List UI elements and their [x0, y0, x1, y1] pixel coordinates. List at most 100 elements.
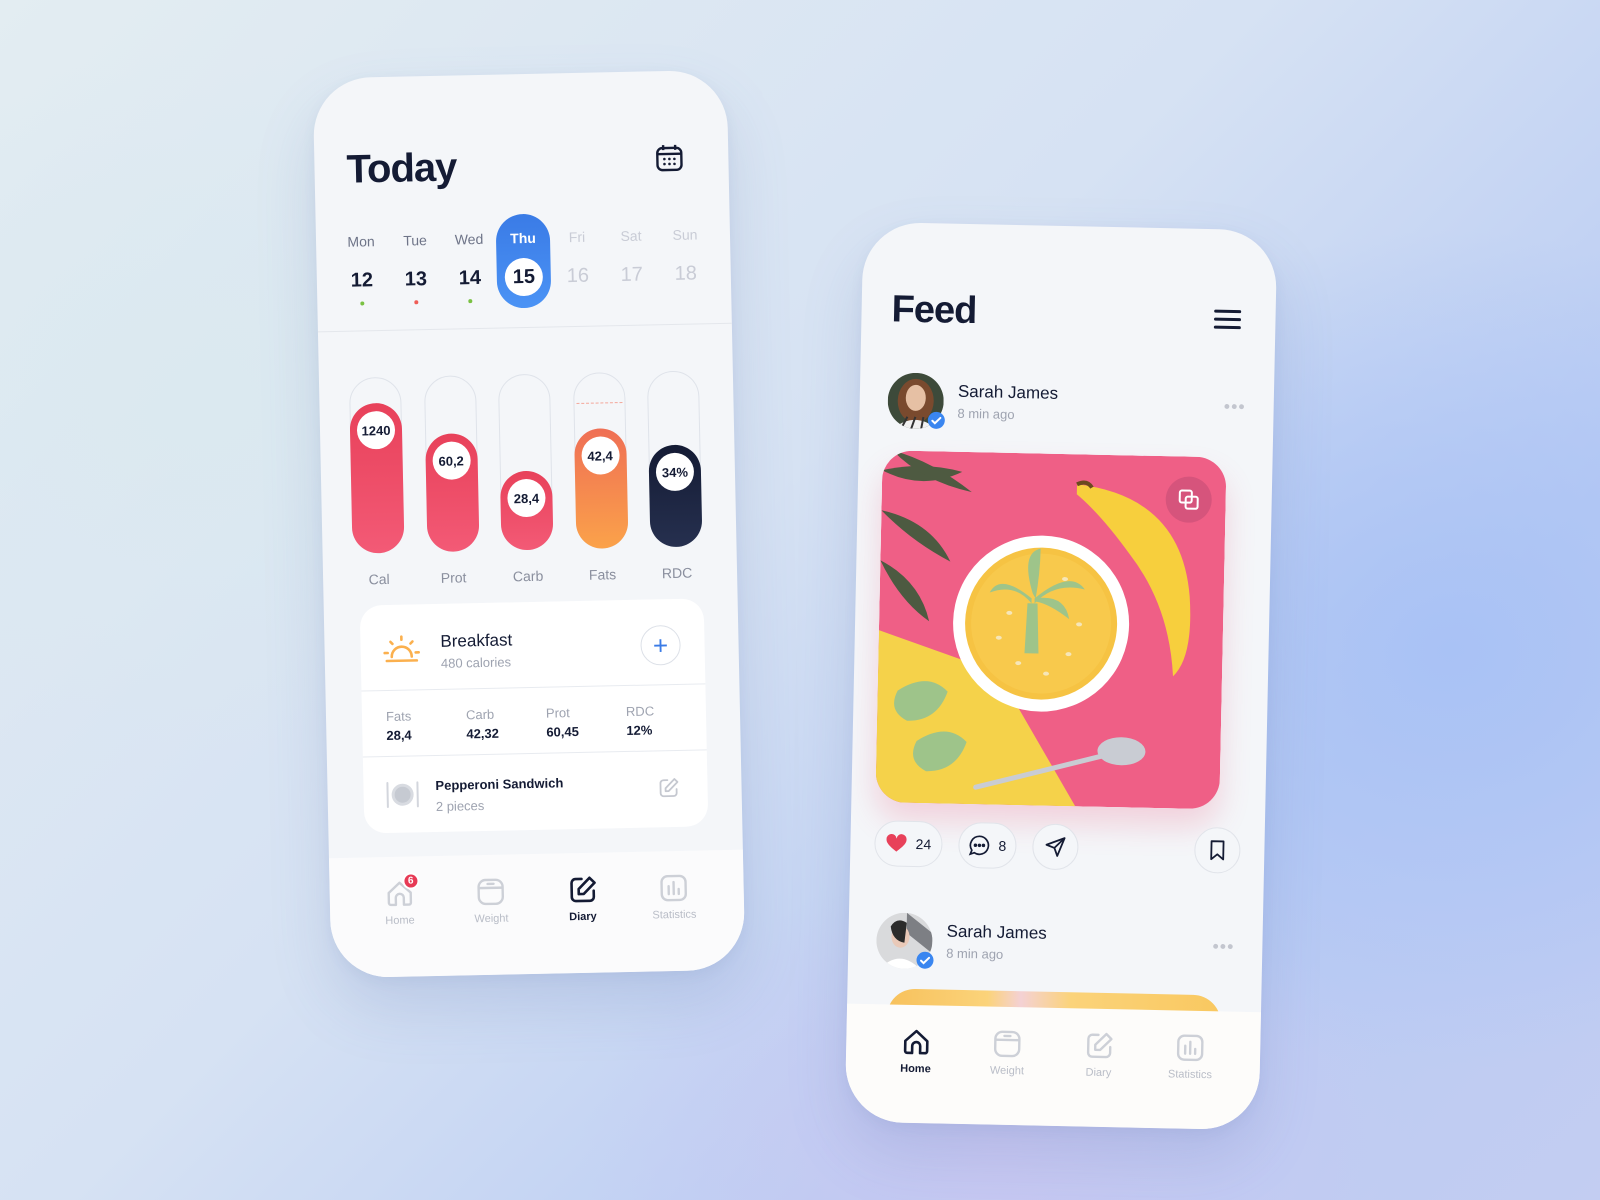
page-title: Today [346, 145, 457, 192]
send-icon [1045, 837, 1066, 857]
author-name[interactable]: Sarah James [946, 922, 1047, 944]
post-image[interactable] [875, 450, 1227, 810]
bar-value: 28,4 [507, 478, 546, 518]
bar-fill: 60,2 [424, 433, 480, 553]
food-name: Pepperoni Sandwich [435, 775, 564, 794]
day-name: Sun [672, 226, 698, 243]
nav-label: Statistics [652, 908, 697, 922]
home-icon [903, 1029, 929, 1055]
day-number: 15 [504, 257, 544, 297]
bar-rdc[interactable]: 34% RDC [646, 370, 704, 591]
status-dot [360, 301, 365, 306]
nav-label: Weight [989, 1064, 1025, 1078]
day-number: 14 [458, 266, 482, 289]
food-item[interactable]: Pepperoni Sandwich 2 pieces [363, 750, 709, 833]
author-name[interactable]: Sarah James [958, 382, 1059, 404]
bookmark-button[interactable] [1193, 826, 1241, 874]
sunrise-icon [383, 635, 420, 663]
edit-icon[interactable] [657, 777, 679, 799]
day-name: Fri [568, 228, 586, 246]
day-name: Thu [510, 229, 537, 247]
macro-value: 60,45 [546, 724, 580, 740]
more-options-button[interactable]: ••• [1224, 396, 1246, 416]
nav-home[interactable]: 6 Home [359, 872, 441, 978]
macro-value: 28,4 [386, 727, 412, 744]
nav-label: Home [900, 1062, 931, 1076]
bar-track: 42,4 [572, 371, 629, 550]
post-header: Sarah James 8 min ago ••• [875, 912, 1235, 979]
nav-weight[interactable]: Weight [451, 876, 533, 976]
nav-diary[interactable]: Diary [542, 874, 624, 974]
like-button[interactable]: 24 [873, 820, 943, 868]
today-screen: Today Mon 12 Tue 13 Wed 14 Thu 15 Fri 16 Sat 1… [312, 69, 746, 979]
day-name: Tue [403, 232, 427, 249]
day-mon[interactable]: Mon 12 [334, 217, 390, 312]
bar-fill: 1240 [349, 402, 405, 554]
nav-home[interactable]: Home [874, 1026, 956, 1124]
macro-prot: Prot 60,45 [545, 686, 626, 753]
share-button[interactable] [1031, 823, 1079, 871]
week-selector: Mon 12 Tue 13 Wed 14 Thu 15 Fri 16 Sat 17 Sun 1… [334, 210, 714, 318]
verified-badge-icon [916, 951, 934, 969]
status-dot [468, 299, 473, 304]
add-food-button[interactable]: + [640, 624, 681, 666]
day-sat[interactable]: Sat 17 [603, 211, 659, 306]
bar-prot[interactable]: 60,2 Prot [423, 375, 480, 596]
more-options-button[interactable]: ••• [1212, 936, 1234, 956]
macro-value: 12% [626, 722, 653, 739]
macro-value: 42,32 [466, 725, 500, 742]
nav-label: Home [385, 914, 415, 928]
comment-button[interactable]: 8 [957, 821, 1017, 870]
macro-label: Carb [465, 706, 495, 723]
bar-label: Cal [368, 570, 390, 588]
nav-label: Diary [569, 910, 597, 924]
nav-weight[interactable]: Weight [966, 1028, 1048, 1126]
nav-statistics[interactable]: Statistics [634, 872, 716, 972]
post-time: 8 min ago [946, 945, 1004, 962]
verified-badge-icon [927, 411, 945, 429]
divider [317, 322, 732, 333]
meal-header: Breakfast 480 calories + [359, 598, 706, 692]
hamburger-icon[interactable] [1213, 307, 1242, 332]
bottom-nav: Home Weight Diary Statistics [844, 1003, 1262, 1131]
day-name: Wed [454, 230, 484, 248]
status-dot [522, 298, 526, 302]
macro-label: RDC [625, 703, 655, 720]
day-fri[interactable]: Fri 16 [550, 212, 606, 307]
day-wed[interactable]: Wed 14 [442, 215, 498, 310]
bar-fill: 34% [648, 444, 703, 548]
bottom-nav: 6 Home Weight Diary Statistics [328, 849, 746, 979]
nav-label: Diary [1085, 1066, 1112, 1080]
copy-icon [1178, 489, 1199, 510]
bar-carb[interactable]: 28,4 Carb [497, 373, 555, 595]
day-number: 12 [350, 268, 374, 292]
scale-icon [994, 1030, 1021, 1058]
day-tue[interactable]: Tue 13 [388, 216, 444, 311]
plate-icon [386, 781, 419, 809]
bar-fats[interactable]: 42,4 Fats [572, 371, 629, 593]
macro-label: Prot [545, 705, 570, 721]
day-name: Mon [347, 233, 375, 250]
bar-value: 34% [655, 452, 695, 492]
comment-icon [968, 835, 990, 856]
day-number: 17 [620, 263, 644, 286]
bar-fill: 42,4 [573, 427, 629, 550]
food-quantity: 2 pieces [435, 797, 485, 815]
nav-diary[interactable]: Diary [1057, 1030, 1139, 1128]
post-actions: 24 8 [873, 820, 1241, 876]
calendar-button[interactable] [654, 143, 685, 174]
comment-count: 8 [998, 837, 1007, 854]
status-dot [630, 296, 634, 300]
bookmark-icon [1210, 840, 1225, 861]
bar-value: 42,4 [580, 436, 620, 475]
day-thu[interactable]: Thu 15 [495, 213, 552, 309]
nav-statistics[interactable]: Statistics [1149, 1032, 1231, 1130]
macro-rdc: RDC 12% [625, 684, 706, 751]
notification-badge: 6 [402, 872, 420, 890]
chart-icon [1177, 1034, 1204, 1062]
day-sun[interactable]: Sun 18 [657, 210, 713, 305]
bar-cal[interactable]: 1240 Cal [348, 376, 406, 598]
edit-icon [569, 876, 596, 903]
feed-screen: Feed Sarah James 8 min ago ••• 24 8 Sara… [844, 221, 1278, 1131]
status-dot [576, 297, 580, 301]
